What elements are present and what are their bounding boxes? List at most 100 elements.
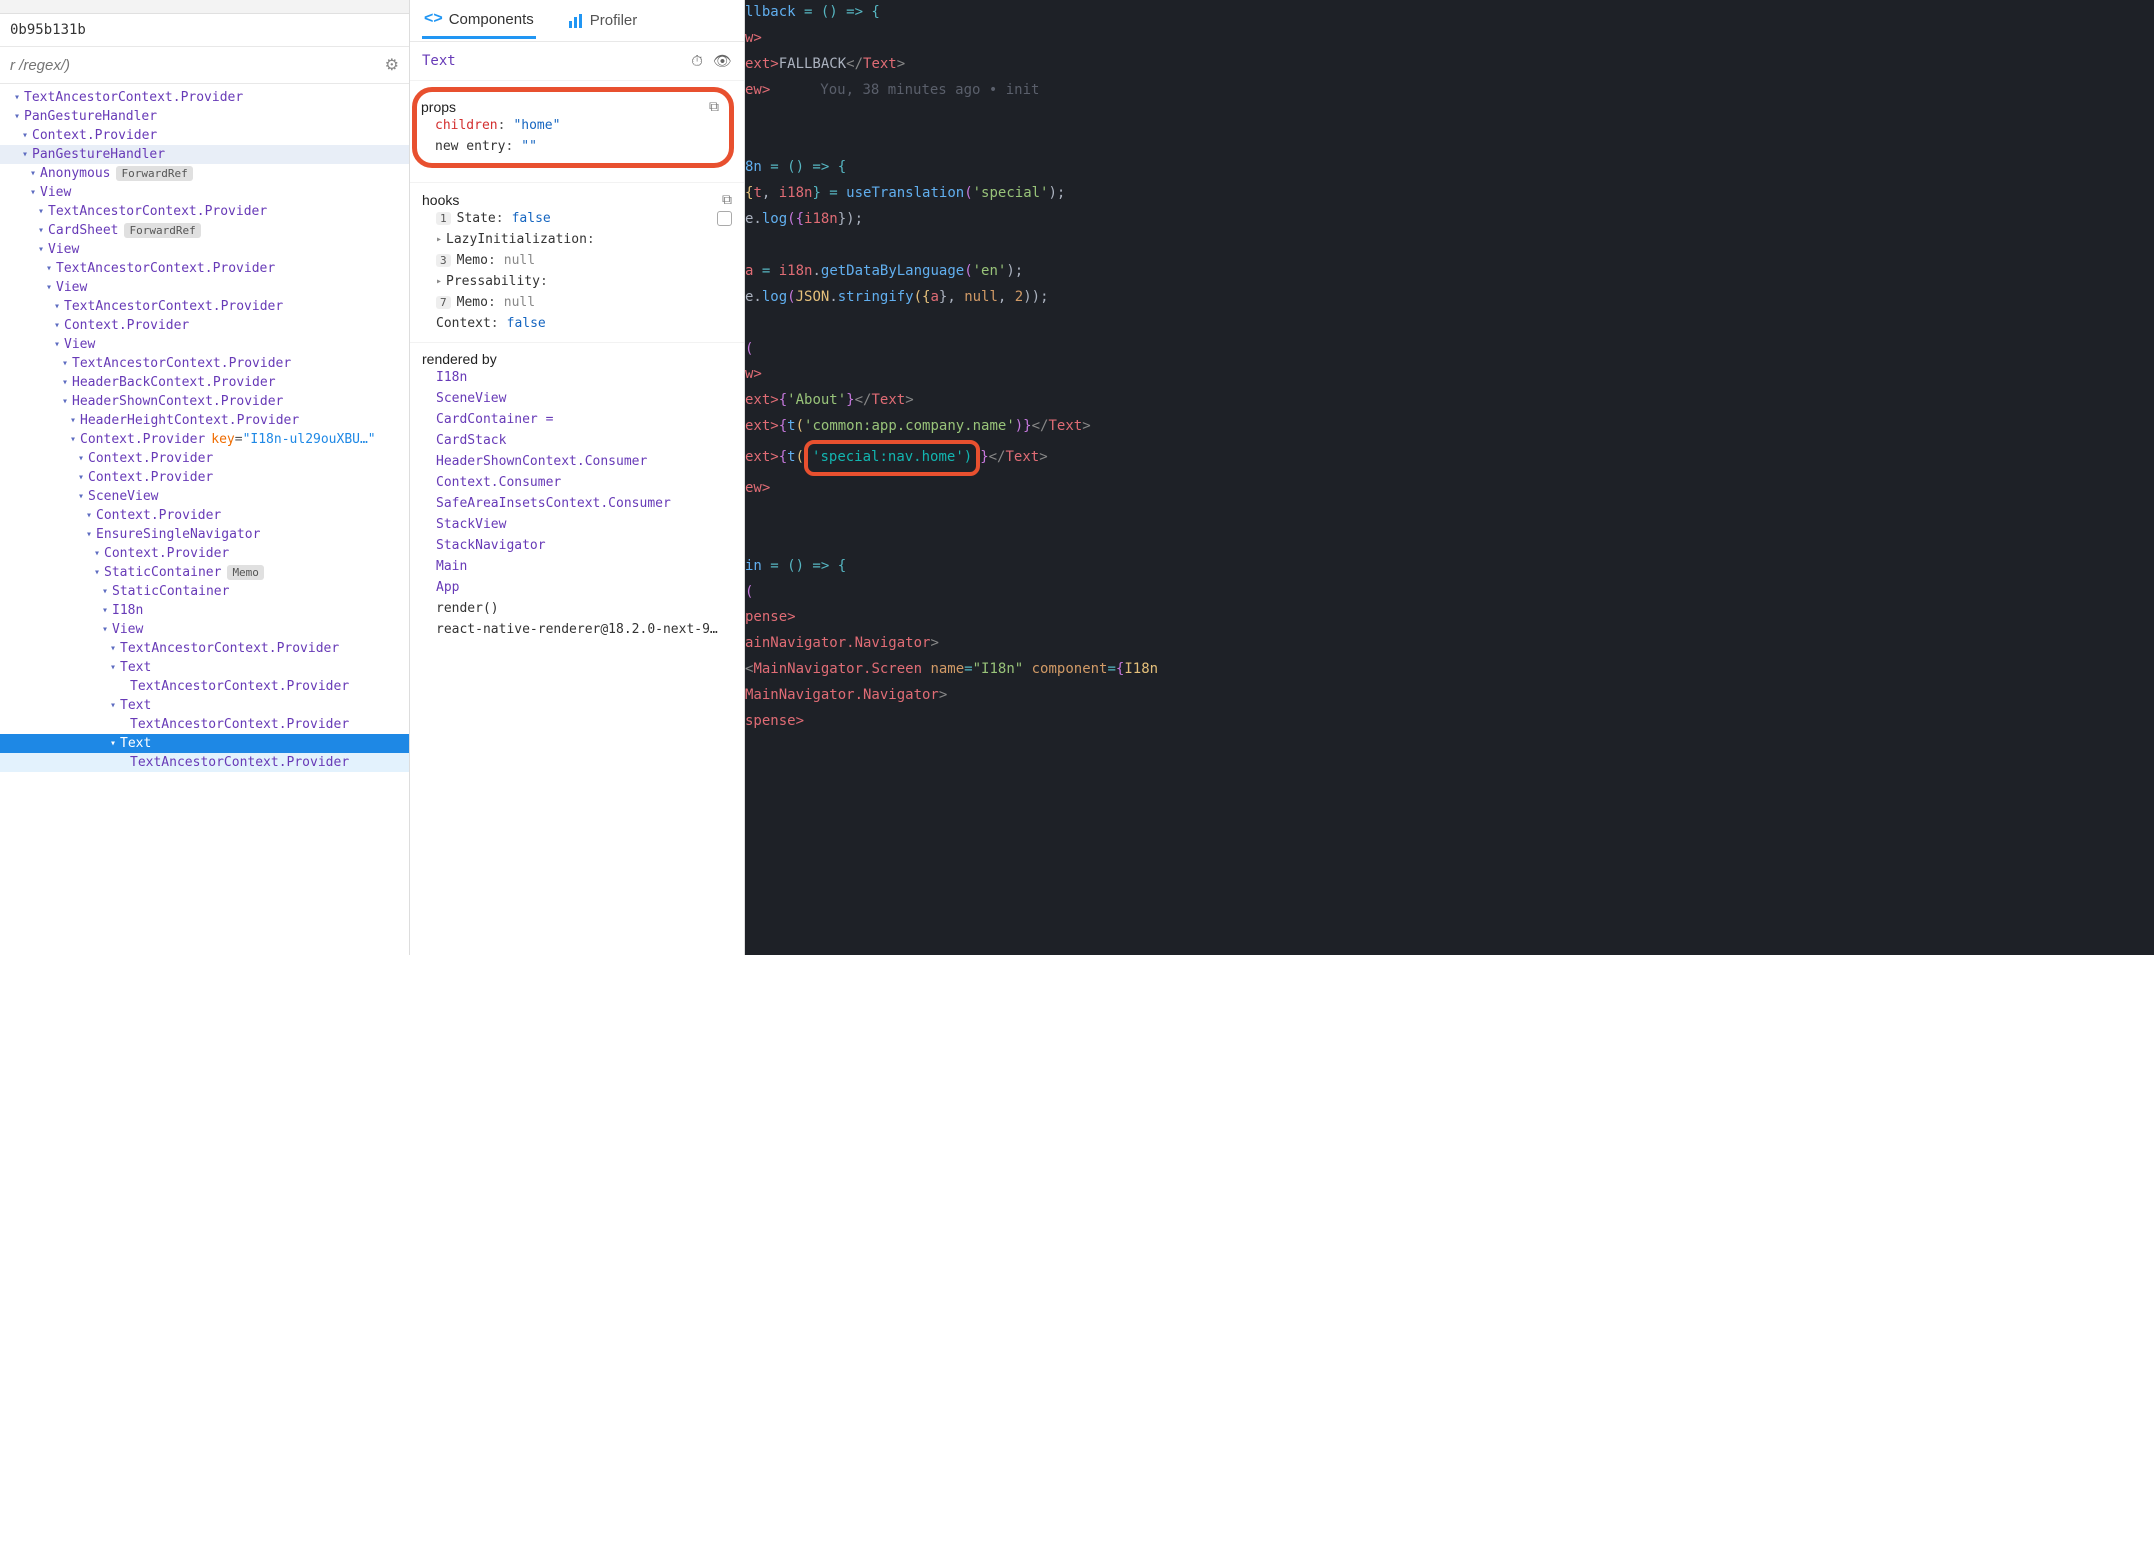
- expand-icon[interactable]: ▾: [38, 225, 44, 236]
- tree-item[interactable]: ▾CardSheetForwardRef: [0, 221, 409, 240]
- expand-icon[interactable]: ▾: [102, 605, 108, 616]
- tree-item[interactable]: ▾EnsureSingleNavigator: [0, 525, 409, 544]
- rendered-by-item[interactable]: CardContainer =: [422, 409, 732, 430]
- expand-icon[interactable]: ▾: [86, 510, 92, 521]
- expand-icon[interactable]: ▾: [22, 130, 28, 141]
- tree-item[interactable]: ▾View: [0, 240, 409, 259]
- tree-item[interactable]: TextAncestorContext.Provider: [0, 677, 409, 696]
- tree-item[interactable]: ▾TextAncestorContext.Provider: [0, 202, 409, 221]
- checkbox-icon[interactable]: [717, 211, 732, 226]
- expand-icon[interactable]: ▾: [54, 301, 60, 312]
- tree-item[interactable]: ▾View: [0, 620, 409, 639]
- tree-item[interactable]: ▾View: [0, 278, 409, 297]
- expand-icon[interactable]: ▾: [110, 662, 116, 673]
- expand-icon[interactable]: ▾: [94, 567, 100, 578]
- tree-item[interactable]: ▾Context.Provider: [0, 544, 409, 563]
- expand-icon[interactable]: ▾: [78, 472, 84, 483]
- rendered-by-item[interactable]: SafeAreaInsetsContext.Consumer: [422, 493, 732, 514]
- suspend-icon[interactable]: ⏱: [691, 53, 703, 70]
- gear-icon[interactable]: ⚙: [385, 55, 399, 75]
- tree-item[interactable]: ▾AnonymousForwardRef: [0, 164, 409, 183]
- rendered-by-item[interactable]: StackView: [422, 514, 732, 535]
- tree-item[interactable]: ▾View: [0, 335, 409, 354]
- expand-icon[interactable]: ▾: [38, 244, 44, 255]
- rendered-by-item[interactable]: Main: [422, 556, 732, 577]
- tree-item[interactable]: ▾HeaderHeightContext.Provider: [0, 411, 409, 430]
- hook-row[interactable]: Context:false: [422, 313, 732, 334]
- tab-components[interactable]: <> Components: [422, 2, 536, 39]
- tree-item[interactable]: ▾Context.Provider: [0, 506, 409, 525]
- tree-item[interactable]: ▾TextAncestorContext.Provider: [0, 639, 409, 658]
- tree-item[interactable]: ▾SceneView: [0, 487, 409, 506]
- tree-item[interactable]: ▾TextAncestorContext.Provider: [0, 259, 409, 278]
- code-editor[interactable]: llback = () => { w> ext>FALLBACK</Text> …: [745, 0, 2154, 955]
- tree-item[interactable]: ▾StaticContainerMemo: [0, 563, 409, 582]
- hook-row[interactable]: 7Memo:null: [422, 292, 732, 313]
- expand-icon[interactable]: ▾: [62, 358, 68, 369]
- copy-icon[interactable]: ⧉: [709, 98, 719, 115]
- hook-row[interactable]: ▸LazyInitialization:: [422, 229, 732, 250]
- expand-icon[interactable]: ▾: [78, 491, 84, 502]
- expand-icon[interactable]: ▾: [70, 415, 76, 426]
- expand-icon[interactable]: ▾: [62, 377, 68, 388]
- tree-item[interactable]: ▾Context.Provider: [0, 316, 409, 335]
- prop-row[interactable]: children:"home": [421, 115, 719, 136]
- rendered-by-item[interactable]: App: [422, 577, 732, 598]
- tree-item[interactable]: TextAncestorContext.Provider: [0, 715, 409, 734]
- expand-icon[interactable]: ▾: [102, 624, 108, 635]
- tree-item[interactable]: ▾Text: [0, 734, 409, 753]
- tree-item[interactable]: ▾Context.Provider: [0, 468, 409, 487]
- inspect-icon[interactable]: 👁: [713, 52, 732, 70]
- expand-icon[interactable]: ▾: [70, 434, 76, 445]
- expand-icon[interactable]: ▾: [94, 548, 100, 559]
- rendered-by-item[interactable]: HeaderShownContext.Consumer: [422, 451, 732, 472]
- expand-icon[interactable]: ▾: [38, 206, 44, 217]
- expand-icon[interactable]: ▾: [78, 453, 84, 464]
- tab-label: Profiler: [590, 12, 638, 29]
- tree-item[interactable]: ▾PanGestureHandler: [0, 145, 409, 164]
- rendered-by-item[interactable]: SceneView: [422, 388, 732, 409]
- hook-row[interactable]: 3Memo:null: [422, 250, 732, 271]
- prop-row[interactable]: new entry:"": [421, 136, 719, 157]
- component-tree[interactable]: ▾TextAncestorContext.Provider▾PanGesture…: [0, 84, 409, 955]
- tree-item[interactable]: ▾PanGestureHandler: [0, 107, 409, 126]
- expand-icon[interactable]: ▾: [110, 643, 116, 654]
- expand-icon[interactable]: ▾: [14, 111, 20, 122]
- expand-icon[interactable]: ▾: [54, 320, 60, 331]
- rendered-by-item[interactable]: I18n: [422, 367, 732, 388]
- rendered-by-item[interactable]: Context.Consumer: [422, 472, 732, 493]
- tree-item[interactable]: ▾Context.Providerkey="I18n-ul29ouXBU…": [0, 430, 409, 449]
- expand-icon[interactable]: ▾: [46, 263, 52, 274]
- expand-icon[interactable]: ▾: [102, 586, 108, 597]
- rendered-by-item[interactable]: StackNavigator: [422, 535, 732, 556]
- tree-item[interactable]: ▾I18n: [0, 601, 409, 620]
- tree-item[interactable]: ▾StaticContainer: [0, 582, 409, 601]
- copy-icon[interactable]: ⧉: [722, 191, 732, 208]
- expand-icon[interactable]: ▾: [30, 187, 36, 198]
- tree-item[interactable]: ▾HeaderShownContext.Provider: [0, 392, 409, 411]
- expand-icon[interactable]: ▾: [54, 339, 60, 350]
- tab-profiler[interactable]: Profiler: [564, 4, 640, 38]
- expand-icon[interactable]: ▾: [110, 738, 116, 749]
- rendered-by-item[interactable]: CardStack: [422, 430, 732, 451]
- search-input[interactable]: [10, 57, 385, 74]
- tree-item[interactable]: TextAncestorContext.Provider: [0, 753, 409, 772]
- tree-item[interactable]: ▾Text: [0, 658, 409, 677]
- expand-icon[interactable]: ▾: [62, 396, 68, 407]
- expand-icon[interactable]: ▾: [86, 529, 92, 540]
- tree-item[interactable]: ▾Context.Provider: [0, 449, 409, 468]
- tree-item[interactable]: ▾View: [0, 183, 409, 202]
- tree-item[interactable]: ▾TextAncestorContext.Provider: [0, 354, 409, 373]
- tree-item[interactable]: ▾Text: [0, 696, 409, 715]
- expand-icon[interactable]: ▾: [14, 92, 20, 103]
- expand-icon[interactable]: ▾: [30, 168, 36, 179]
- expand-icon[interactable]: ▾: [110, 700, 116, 711]
- hook-row[interactable]: ▸Pressability:: [422, 271, 732, 292]
- tree-item[interactable]: ▾Context.Provider: [0, 126, 409, 145]
- hook-row[interactable]: 1State:false: [422, 208, 732, 229]
- tree-item[interactable]: ▾TextAncestorContext.Provider: [0, 297, 409, 316]
- tree-item[interactable]: ▾TextAncestorContext.Provider: [0, 88, 409, 107]
- expand-icon[interactable]: ▾: [22, 149, 28, 160]
- expand-icon[interactable]: ▾: [46, 282, 52, 293]
- tree-item[interactable]: ▾HeaderBackContext.Provider: [0, 373, 409, 392]
